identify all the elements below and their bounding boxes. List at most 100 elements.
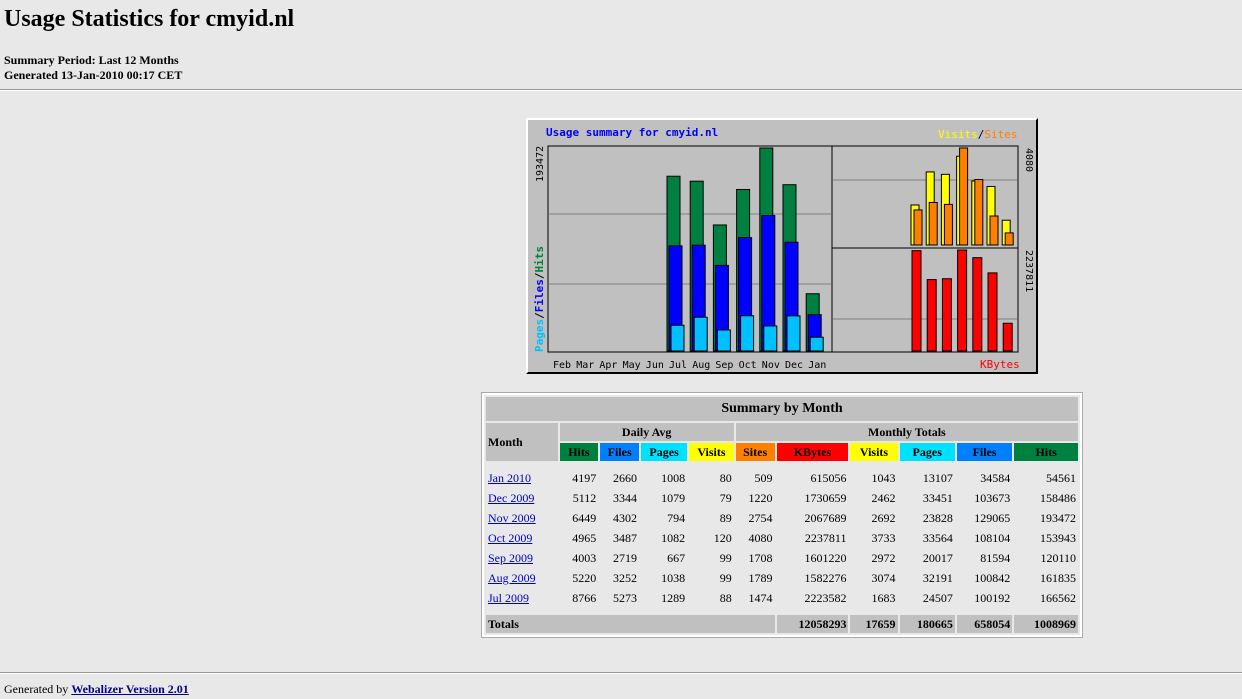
daily-hits-cell: 5220: [559, 569, 599, 587]
monthly-hits-header: Hits: [1014, 443, 1078, 461]
legend-separator: /: [978, 128, 985, 141]
footer-prefix: Generated by: [4, 682, 69, 696]
daily-visits-cell: 99: [689, 569, 734, 587]
monthly-visits-cell: 3733: [850, 529, 898, 547]
month-cell: Aug 2009: [486, 569, 558, 587]
monthly-sites-cell: 2754: [735, 509, 775, 527]
x-tick-label: Apr: [599, 360, 617, 371]
daily-visits-cell: 79: [689, 489, 734, 507]
table-row: Jan 2010 4197 2660 1008 80 509 615056 1043 13107…: [486, 469, 1078, 487]
monthly-hits-cell: 120110: [1014, 549, 1078, 567]
pages-bar: [740, 315, 755, 352]
month-cell: Jan 2010: [486, 469, 558, 487]
daily-files-cell: 2719: [600, 549, 640, 567]
visits-axis-max: 4080: [1023, 148, 1034, 172]
kbytes-axis-max: 2237811: [1023, 250, 1034, 292]
monthly-sites-header: Sites: [735, 443, 775, 461]
report-meta: Summary Period: Last 12 Months Generated…: [4, 53, 182, 83]
monthly-kbytes-cell: 1582276: [776, 569, 849, 587]
monthly-visits-cell: 1043: [850, 469, 898, 487]
monthly-kbytes-cell: 1601220: [776, 549, 849, 567]
webalizer-link[interactable]: Webalizer Version 2.01: [71, 682, 188, 696]
monthly-pages-cell: 13107: [899, 469, 955, 487]
monthly-sites-cell: 509: [735, 469, 775, 487]
daily-files-cell: 3344: [600, 489, 640, 507]
legend-hits: Hits: [533, 246, 546, 273]
kbytes-bar: [941, 278, 952, 352]
kbytes-bar: [926, 279, 937, 352]
x-tick-label: Oct: [739, 360, 757, 371]
totals-label: Totals: [486, 615, 775, 633]
daily-visits-cell: 80: [689, 469, 734, 487]
total-files: 658054: [956, 615, 1013, 633]
monthly-sites-cell: 1708: [735, 549, 775, 567]
table-row: Nov 2009 6449 4302 794 89 2754 2067689 2692 2382…: [486, 509, 1078, 527]
monthly-pages-cell: 23828: [899, 509, 955, 527]
monthly-pages-cell: 33451: [899, 489, 955, 507]
x-tick-label: Jan: [808, 360, 826, 371]
sites-bar: [974, 179, 984, 246]
monthly-files-cell: 34584: [956, 469, 1013, 487]
daily-visits-cell: 89: [689, 509, 734, 527]
monthly-pages-header: Pages: [899, 443, 955, 461]
legend-sites: Sites: [984, 128, 1017, 141]
monthly-hits-cell: 166562: [1014, 589, 1078, 607]
kbytes-bar: [1002, 322, 1013, 352]
month-cell: Oct 2009: [486, 529, 558, 547]
monthly-pages-cell: 33564: [899, 529, 955, 547]
month-link[interactable]: Jul 2009: [488, 591, 529, 605]
monthly-pages-cell: 32191: [899, 569, 955, 587]
daily-pages-cell: 1289: [641, 589, 688, 607]
x-tick-label: Feb: [553, 360, 571, 371]
monthly-visits-cell: 2692: [850, 509, 898, 527]
daily-visits-cell: 120: [689, 529, 734, 547]
table-row: Jul 2009 8766 5273 1289 88 1474 2223582 1683 245…: [486, 589, 1078, 607]
month-link[interactable]: Oct 2009: [488, 531, 532, 545]
kbytes-bar: [972, 257, 983, 352]
hits-axis-max: 193472: [535, 146, 546, 182]
total-kbytes: 12058293: [776, 615, 849, 633]
monthly-hits-cell: 54561: [1014, 469, 1078, 487]
monthly-files-cell: 129065: [956, 509, 1013, 527]
month-header: Month: [486, 423, 558, 461]
daily-pages-cell: 667: [641, 549, 688, 567]
x-tick-label: Aug: [692, 360, 710, 371]
month-link[interactable]: Jan 2010: [488, 471, 531, 485]
daily-pages-cell: 794: [641, 509, 688, 527]
summary-period: Summary Period: Last 12 Months: [4, 53, 179, 67]
daily-files-cell: 5273: [600, 589, 640, 607]
daily-hits-cell: 4003: [559, 549, 599, 567]
daily-files-cell: 3487: [600, 529, 640, 547]
month-link[interactable]: Aug 2009: [488, 571, 536, 585]
sites-bar: [928, 201, 938, 246]
daily-visits-header: Visits: [689, 443, 734, 461]
sites-bar: [1004, 232, 1014, 246]
monthly-totals-header: Monthly Totals: [735, 423, 1078, 441]
x-tick-label: Jun: [646, 360, 664, 371]
monthly-files-cell: 108104: [956, 529, 1013, 547]
daily-hits-cell: 4197: [559, 469, 599, 487]
legend-visits: Visits: [938, 128, 978, 141]
month-link[interactable]: Nov 2009: [488, 511, 536, 525]
month-cell: Sep 2009: [486, 549, 558, 567]
visits-sites-legend: Visits/Sites: [938, 128, 1018, 141]
monthly-visits-header: Visits: [850, 443, 898, 461]
daily-visits-cell: 99: [689, 549, 734, 567]
month-link[interactable]: Dec 2009: [488, 491, 534, 505]
page-title: Usage Statistics for cmyid.nl: [4, 6, 295, 32]
top-divider: [0, 89, 1242, 91]
month-cell: Nov 2009: [486, 509, 558, 527]
total-pages: 180665: [899, 615, 955, 633]
total-hits: 1008969: [1014, 615, 1078, 633]
x-tick-label: Jul: [669, 360, 687, 371]
monthly-pages-cell: 24507: [899, 589, 955, 607]
usage-graph-canvas: Feb Mar Apr May Jun Jul Aug Sep Oct Nov Dec Jan Usa…: [533, 126, 1034, 371]
sites-bar: [943, 203, 953, 246]
daily-files-cell: 4302: [600, 509, 640, 527]
pages-bar: [786, 315, 801, 352]
x-tick-label: Sep: [715, 360, 733, 371]
month-link[interactable]: Sep 2009: [488, 551, 533, 565]
daily-hits-cell: 8766: [559, 589, 599, 607]
pages-bar: [716, 329, 731, 352]
kbytes-legend: KBytes: [980, 358, 1020, 371]
